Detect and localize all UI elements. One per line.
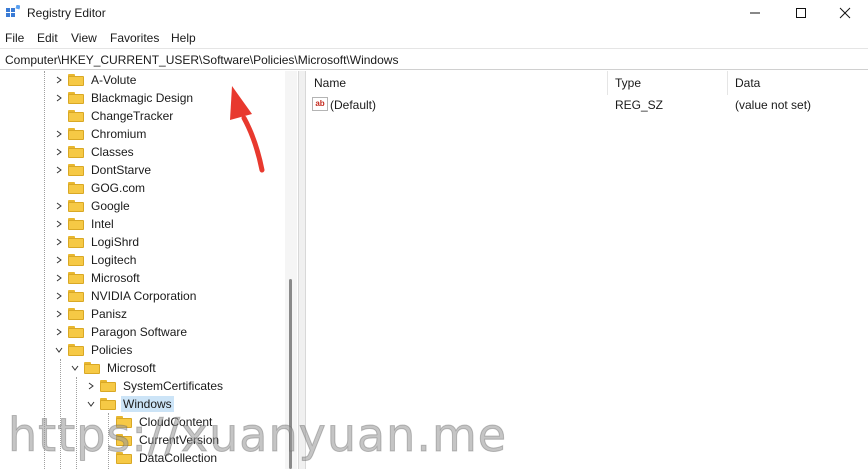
tree-node[interactable]: SystemCertificates [84,377,225,395]
tree-node-label: Logitech [91,253,137,267]
close-button[interactable] [822,0,868,26]
value-data: (value not set) [735,98,812,112]
folder-icon [68,254,84,266]
menu-favorites[interactable]: Favorites [110,31,159,45]
folder-icon [68,272,84,284]
tree-node-label: GOG.com [91,181,146,195]
tree-node[interactable]: ChangeTracker [52,107,175,125]
menu-help[interactable]: Help [171,31,196,45]
tree-node[interactable]: LogiShrd [52,233,141,251]
chevron-down-icon[interactable] [68,359,82,377]
tree-node[interactable]: Blackmagic Design [52,89,195,107]
menu-edit[interactable]: Edit [37,31,58,45]
folder-icon [68,326,84,338]
tree-node[interactable]: Google [52,197,132,215]
value-type: REG_SZ [615,98,664,112]
column-header-name[interactable]: Name [306,71,606,95]
chevron-right-icon[interactable] [52,287,66,305]
tree-node[interactable]: Paragon Software [52,323,189,341]
tree-node[interactable]: DontStarve [52,161,153,179]
window-title: Registry Editor [27,6,106,20]
tree-node-label: DontStarve [91,163,152,177]
folder-icon [68,164,84,176]
string-value-icon: ab [312,97,328,111]
tree-node-label: Policies [91,343,133,357]
registry-editor-icon [6,5,20,17]
close-icon [839,7,851,19]
folder-icon [68,110,84,122]
folder-icon [100,380,116,392]
folder-icon [68,344,84,356]
tree-node-label: Google [91,199,130,213]
column-header-data[interactable]: Data [727,71,867,95]
tree-node[interactable]: NVIDIA Corporation [52,287,198,305]
chevron-right-icon[interactable] [52,161,66,179]
folder-icon [68,218,84,230]
folder-icon [68,128,84,140]
folder-icon [68,290,84,302]
chevron-right-icon[interactable] [52,233,66,251]
folder-icon [68,308,84,320]
title-bar: Registry Editor [0,0,868,26]
chevron-right-icon[interactable] [52,269,66,287]
chevron-right-icon[interactable] [52,71,66,89]
menu-view[interactable]: View [71,31,97,45]
chevron-down-icon[interactable] [52,341,66,359]
tree-node-label: Intel [91,217,114,231]
maximize-icon [796,8,806,18]
folder-icon [68,236,84,248]
tree-node-label: Blackmagic Design [91,91,194,105]
tree-node[interactable]: Intel [52,215,116,233]
menu-file[interactable]: File [5,31,24,45]
tree-node-label: NVIDIA Corporation [91,289,197,303]
chevron-right-icon[interactable] [52,305,66,323]
red-arrow-annotation [230,86,265,173]
chevron-right-icon[interactable] [52,323,66,341]
tree-node-label: Panisz [91,307,128,321]
tree-node-label: Paragon Software [91,325,188,339]
chevron-right-icon[interactable] [52,89,66,107]
chevron-right-icon[interactable] [52,251,66,269]
folder-icon [68,200,84,212]
tree-node[interactable]: Logitech [52,251,138,269]
tree-node-label: Classes [91,145,134,159]
folder-icon [84,362,100,374]
tree-node-label: Microsoft [107,361,156,375]
tree-node-label: Chromium [91,127,147,141]
tree-node[interactable]: Panisz [52,305,129,323]
tree-node[interactable]: Microsoft [68,359,158,377]
folder-icon [68,74,84,86]
folder-icon [68,182,84,194]
tree-node[interactable]: A-Volute [52,71,138,89]
chevron-right-icon[interactable] [52,197,66,215]
tree-node-label: Microsoft [91,271,140,285]
address-bar[interactable]: Computer\HKEY_CURRENT_USER\Software\Poli… [0,48,868,70]
tree-node[interactable]: GOG.com [52,179,147,197]
folder-icon [68,92,84,104]
tree-node-label: SystemCertificates [123,379,224,393]
chevron-right-icon[interactable] [52,215,66,233]
chevron-right-icon[interactable] [84,377,98,395]
chevron-right-icon[interactable] [52,143,66,161]
chevron-right-icon[interactable] [52,125,66,143]
tree-node-label: A-Volute [91,73,137,87]
minimize-button[interactable] [732,0,778,26]
menu-bar: File Edit View Favorites Help [0,28,868,48]
tree-node-label: LogiShrd [91,235,140,249]
tree-node[interactable]: Classes [52,143,136,161]
tree-node[interactable]: Microsoft [52,269,142,287]
minimize-icon [750,12,760,14]
table-row[interactable]: ab (Default) REG_SZ (value not set) [306,96,868,114]
watermark-text: https://xuanyuan.me [7,408,508,463]
tree-node[interactable]: Policies [52,341,134,359]
folder-icon [68,146,84,158]
maximize-button[interactable] [778,0,824,26]
tree-node-label: ChangeTracker [91,109,174,123]
address-path[interactable]: Computer\HKEY_CURRENT_USER\Software\Poli… [5,53,398,67]
value-name: (Default) [330,98,377,112]
tree-node[interactable]: Chromium [52,125,148,143]
column-header-type[interactable]: Type [607,71,727,95]
